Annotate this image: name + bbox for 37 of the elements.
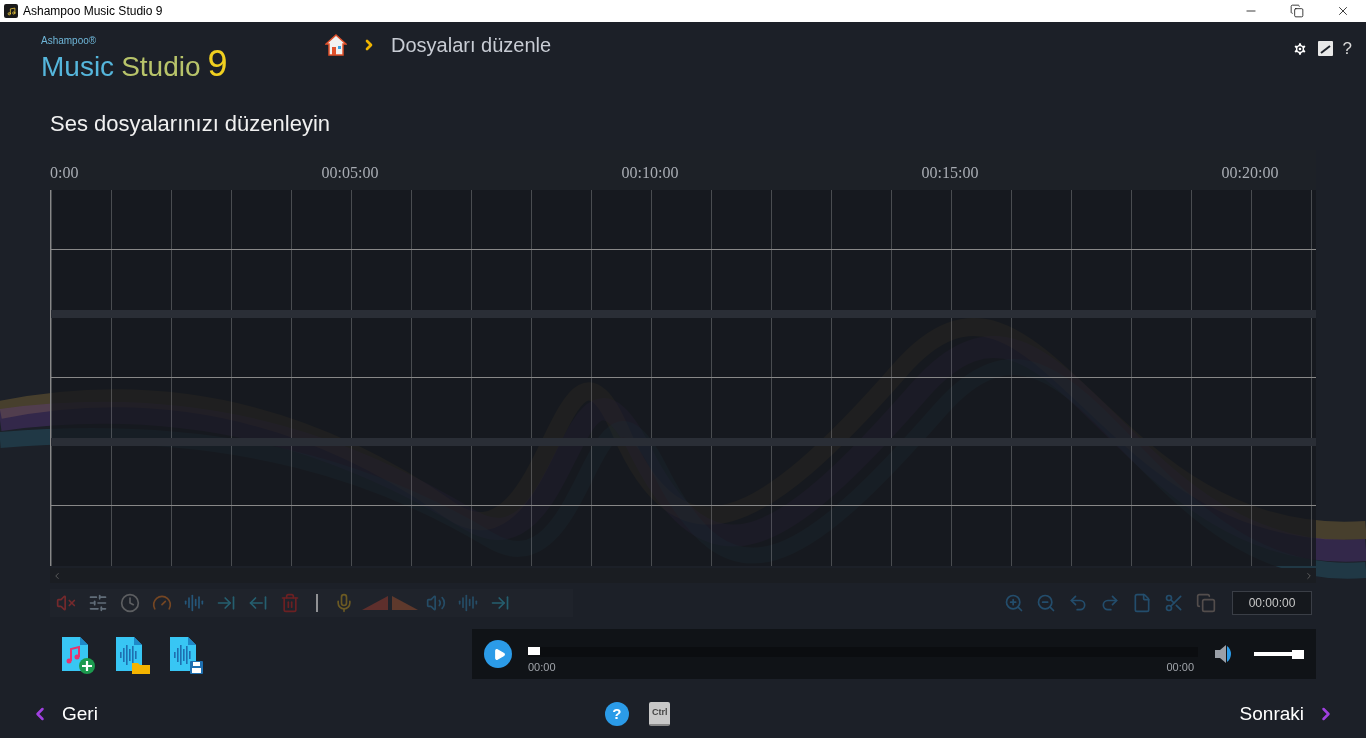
- back-button[interactable]: Geri: [30, 699, 98, 729]
- open-audio-file-icon[interactable]: [114, 635, 150, 675]
- ruler-label: 00:05:00: [321, 163, 379, 183]
- start-time: 00:00: [528, 659, 556, 675]
- ruler-label: 0:00: [50, 163, 79, 183]
- fade-out-icon[interactable]: [390, 594, 420, 612]
- help-button[interactable]: ?: [1342, 36, 1352, 62]
- cursor-line-icon: [316, 594, 318, 612]
- window-title: Ashampoo Music Studio 9: [23, 3, 163, 20]
- brand-label: Ashampoo®: [41, 36, 98, 46]
- save-audio-file-icon[interactable]: [168, 635, 204, 675]
- page-heading: Ses dosyalarınızı düzenleyin: [50, 110, 331, 138]
- fade-in-icon[interactable]: [360, 594, 390, 612]
- position-slider[interactable]: [528, 646, 1198, 657]
- slider-thumb[interactable]: [528, 646, 540, 655]
- edit-icon[interactable]: [1317, 41, 1333, 57]
- scroll-right-icon[interactable]: [1304, 570, 1314, 581]
- volume-thumb[interactable]: [1292, 649, 1304, 659]
- home-icon[interactable]: [325, 34, 347, 56]
- play-button[interactable]: [484, 640, 512, 668]
- time-field[interactable]: 00:00:00: [1232, 591, 1312, 615]
- add-music-file-icon[interactable]: [60, 635, 96, 675]
- next-button[interactable]: Sonraki: [1239, 699, 1336, 729]
- logo-word: Music: [41, 53, 115, 81]
- app-icon: [4, 4, 18, 18]
- logo-version: 9: [207, 46, 228, 82]
- horizontal-scrollbar[interactable]: [50, 568, 1316, 583]
- ruler-label: 00:10:00: [621, 163, 679, 183]
- breadcrumb-label: Dosyaları düzenle: [391, 33, 552, 58]
- end-time: 00:00: [1166, 659, 1194, 675]
- ruler-label: 00:15:00: [921, 163, 979, 183]
- play-icon: [492, 647, 506, 661]
- ruler-label: 00:20:00: [1221, 163, 1279, 183]
- ctrl-key[interactable]: Ctrl: [648, 702, 671, 726]
- settings-icon[interactable]: [1291, 40, 1308, 57]
- scroll-left-icon[interactable]: [52, 570, 62, 581]
- logo-word: Studio: [121, 53, 201, 81]
